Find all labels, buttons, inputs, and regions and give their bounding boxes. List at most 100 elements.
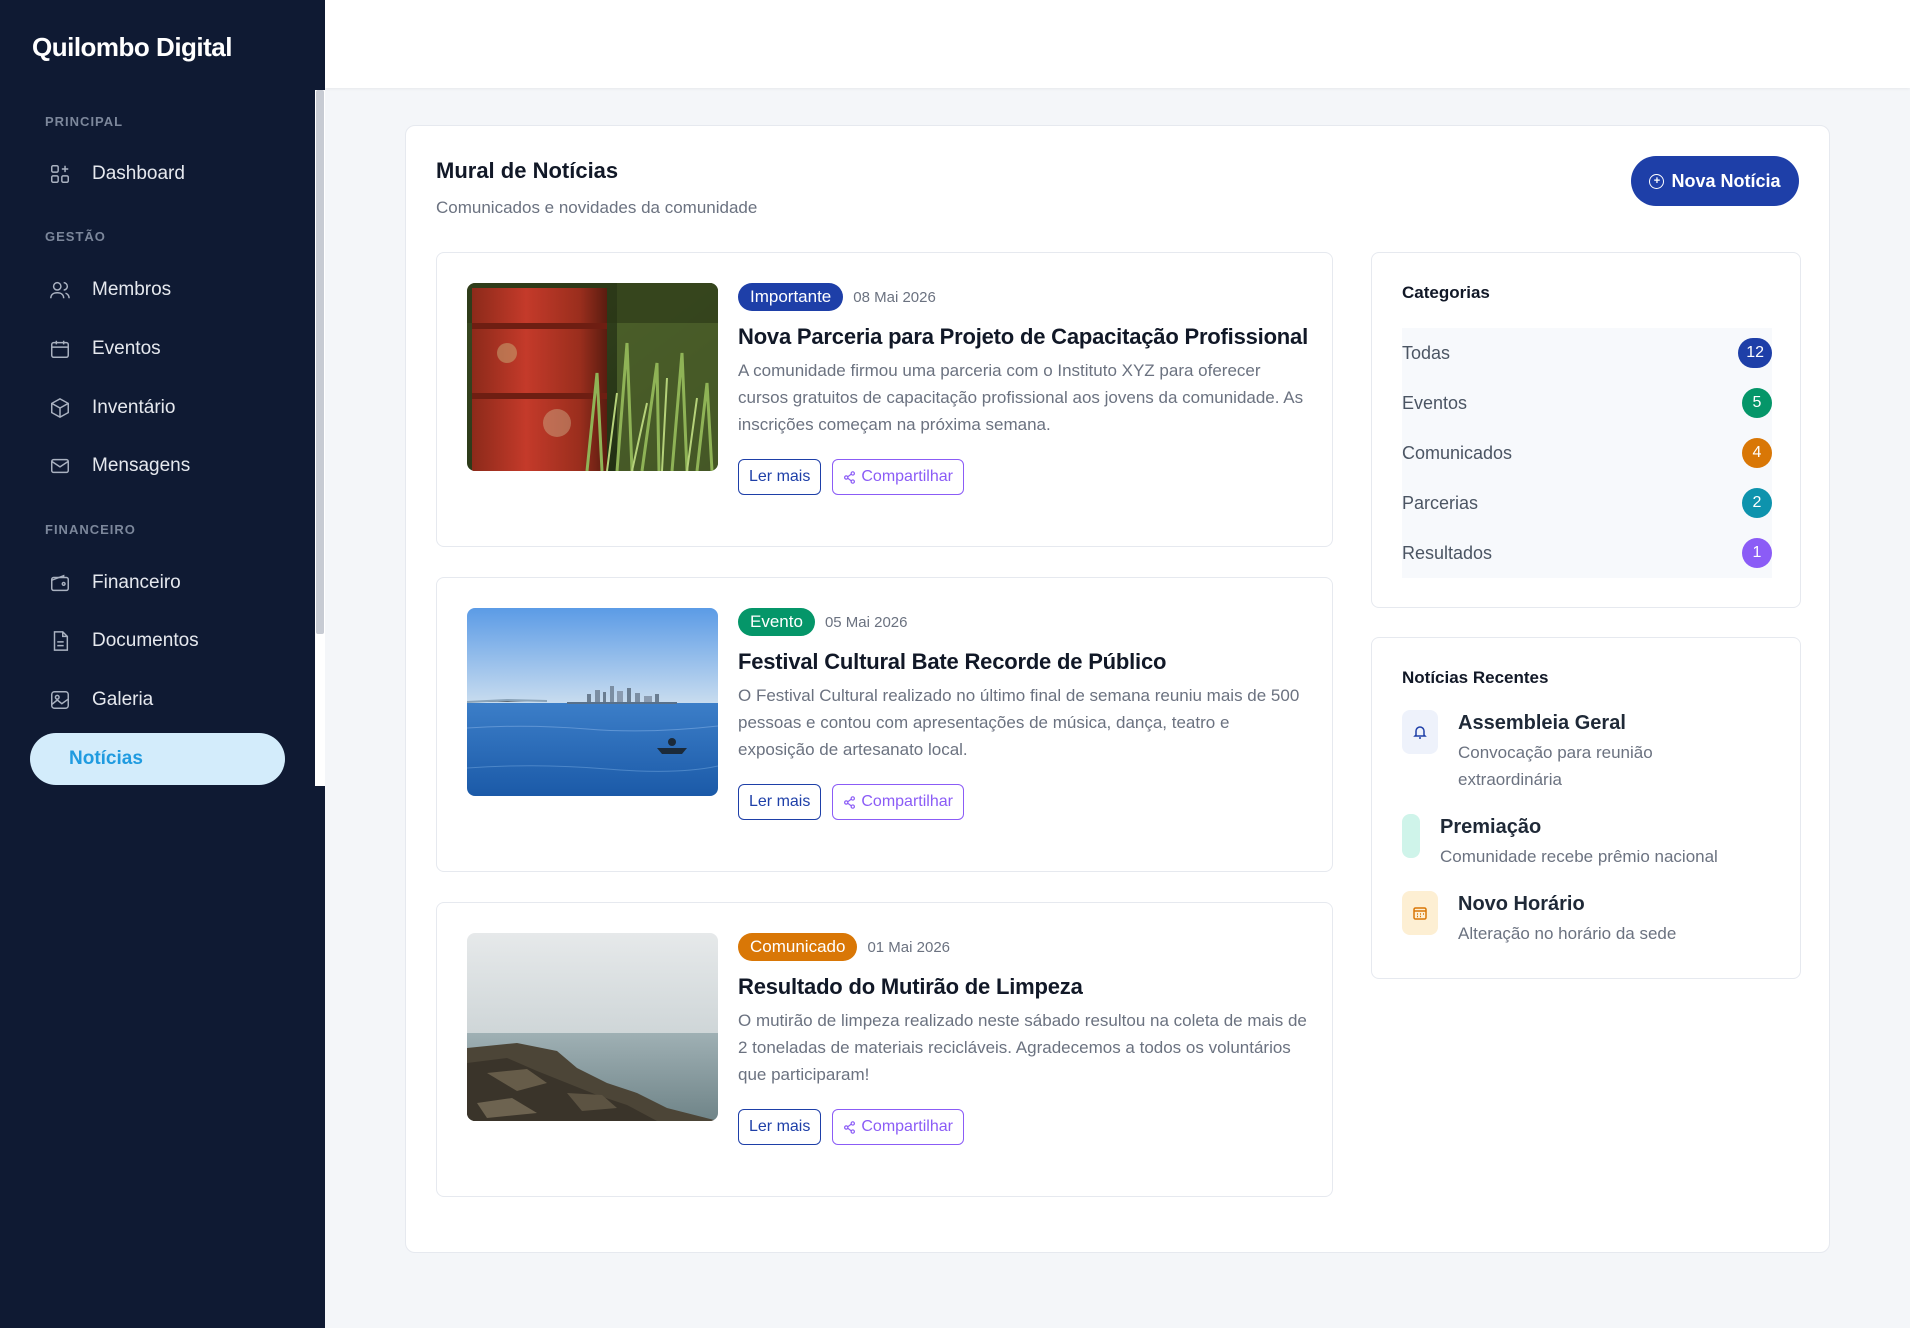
recent-news-item-desc: Convocação para reunião extraordinária [1458,743,1653,789]
news-date: 01 Mai 2026 [867,938,951,956]
recent-news-item-desc: Alteração no horário da sede [1458,924,1677,943]
share-button[interactable]: Compartilhar [832,459,964,495]
recent-news-panel: Notícias Recentes Assembleia Geral Convo… [1371,637,1801,979]
recent-news-title: Notícias Recentes [1402,668,1549,687]
plus-circle-icon: + [1649,173,1665,189]
read-more-button[interactable]: Ler mais [738,784,822,820]
news-board: Mural de Notícias Comunicados e novidade… [405,125,1830,1253]
sidebar-item-dashboard[interactable]: Dashboard [30,148,285,200]
new-news-button[interactable]: + Nova Notícia [1631,156,1799,206]
news-body: Evento 05 Mai 2026 Festival Cultural Bat… [738,608,1308,820]
brand-logo[interactable]: Quilombo Digital [32,32,233,63]
news-card: Comunicado 01 Mai 2026 Resultado do Muti… [436,902,1333,1197]
category-label: Parcerias [1402,492,1479,513]
share-button[interactable]: Compartilhar [832,1109,964,1145]
category-label: Todas [1402,342,1451,363]
category-count-badge: 12 [1738,338,1772,368]
shore-photo [467,933,718,1121]
box-icon [48,396,72,420]
dashboard-icon [48,162,72,186]
news-badge: Importante [738,283,844,311]
sidebar-item-label: Financeiro [92,572,181,593]
users-icon [48,278,72,302]
category-count-badge: 2 [1742,488,1772,518]
document-icon [48,629,72,653]
bay-photo [467,608,718,796]
calendar-icon [48,337,72,361]
category-label: Eventos [1402,392,1468,413]
sidebar-scrollbar[interactable] [315,90,325,786]
category-item-comunicados[interactable]: Comunicados 4 [1402,428,1772,478]
sidebar: Quilombo Digital PRINCIPAL Dashboard GES… [0,0,325,1328]
sidebar-item-label: Notícias [69,748,143,769]
news-title[interactable]: Festival Cultural Bate Recorde de Públic… [738,648,1308,676]
news-body: Importante 08 Mai 2026 Nova Parceria par… [738,283,1308,495]
sidebar-item-eventos[interactable]: Eventos [30,323,285,375]
categories-panel: Categorias Todas 12 Eventos 5 Comunicado… [1371,252,1801,608]
category-count-badge: 1 [1742,538,1772,568]
recent-news-item-title: Premiação [1440,816,1542,838]
sidebar-item-label: Eventos [92,338,161,359]
recent-news-item[interactable]: Premiação Comunidade recebe prêmio nacio… [1402,814,1718,870]
news-excerpt: O mutirão de limpeza realizado neste sáb… [738,1011,1307,1084]
recent-news-item[interactable]: Novo Horário Alteração no horário da sed… [1402,891,1676,947]
share-label: Compartilhar [861,468,953,485]
categories-title: Categorias [1402,283,1490,302]
sidebar-item-membros[interactable]: Membros [30,264,285,316]
barrel-photo [467,283,718,471]
category-item-todas[interactable]: Todas 12 [1402,328,1772,378]
sidebar-item-documentos[interactable]: Documentos [30,615,285,667]
news-excerpt: O Festival Cultural realizado no último … [738,686,1300,759]
category-count-badge: 4 [1742,438,1772,468]
sidebar-item-label: Mensagens [92,455,191,476]
bell-icon [1402,710,1438,754]
category-item-eventos[interactable]: Eventos 5 [1402,378,1772,428]
recent-news-item-title: Assembleia Geral [1458,712,1626,734]
sidebar-item-financeiro[interactable]: Financeiro [30,557,285,609]
sidebar-item-inventario[interactable]: Inventário [30,382,285,434]
news-image-barrel[interactable] [467,283,718,471]
news-title[interactable]: Resultado do Mutirão de Limpeza [738,973,1308,1001]
news-title[interactable]: Nova Parceria para Projeto de Capacitaçã… [738,323,1308,351]
nav-section-principal: PRINCIPAL [45,114,124,129]
recent-news-item-desc: Comunidade recebe prêmio nacional [1440,847,1718,866]
sidebar-item-noticias[interactable]: Notícias [30,733,285,785]
new-news-label: Nova Notícia [1671,170,1781,191]
sidebar-item-label: Membros [92,279,172,300]
news-card: Evento 05 Mai 2026 Festival Cultural Bat… [436,577,1333,872]
nav-section-financeiro: FINANCEIRO [45,522,136,537]
category-count-badge: 5 [1742,388,1772,418]
news-image-bay[interactable] [467,608,718,796]
category-item-resultados[interactable]: Resultados 1 [1402,528,1772,578]
share-label: Compartilhar [861,793,953,810]
news-badge: Evento [738,608,815,636]
news-image-shore[interactable] [467,933,718,1121]
sidebar-item-galeria[interactable]: Galeria [30,674,285,726]
page-title: Mural de Notícias [436,158,619,183]
mail-icon [48,454,72,478]
news-body: Comunicado 01 Mai 2026 Resultado do Muti… [738,933,1308,1145]
share-icon [844,1120,856,1134]
sidebar-item-label: Inventário [92,397,176,418]
topbar [325,0,1910,88]
share-button[interactable]: Compartilhar [832,784,964,820]
news-date: 05 Mai 2026 [824,613,908,631]
category-label: Comunicados [1402,442,1513,463]
sidebar-item-label: Galeria [92,689,154,710]
gallery-icon [48,688,72,712]
recent-news-item[interactable]: Assembleia Geral Convocação para reunião… [1402,710,1678,793]
wallet-icon [48,571,72,595]
sidebar-item-mensagens[interactable]: Mensagens [30,440,285,492]
sidebar-scroll-thumb[interactable] [316,90,324,634]
recent-news-item-title: Novo Horário [1458,893,1585,915]
sidebar-item-label: Documentos [92,630,199,651]
sidebar-item-label: Dashboard [92,163,185,184]
news-card: Importante 08 Mai 2026 Nova Parceria par… [436,252,1333,547]
nav-section-gestao: GESTÃO [45,229,106,244]
share-icon [844,470,856,484]
category-item-parcerias[interactable]: Parcerias 2 [1402,478,1772,528]
read-more-button[interactable]: Ler mais [738,1109,822,1145]
news-badge: Comunicado [738,933,858,961]
page-subtitle: Comunicados e novidades da comunidade [436,198,758,217]
read-more-button[interactable]: Ler mais [738,459,822,495]
